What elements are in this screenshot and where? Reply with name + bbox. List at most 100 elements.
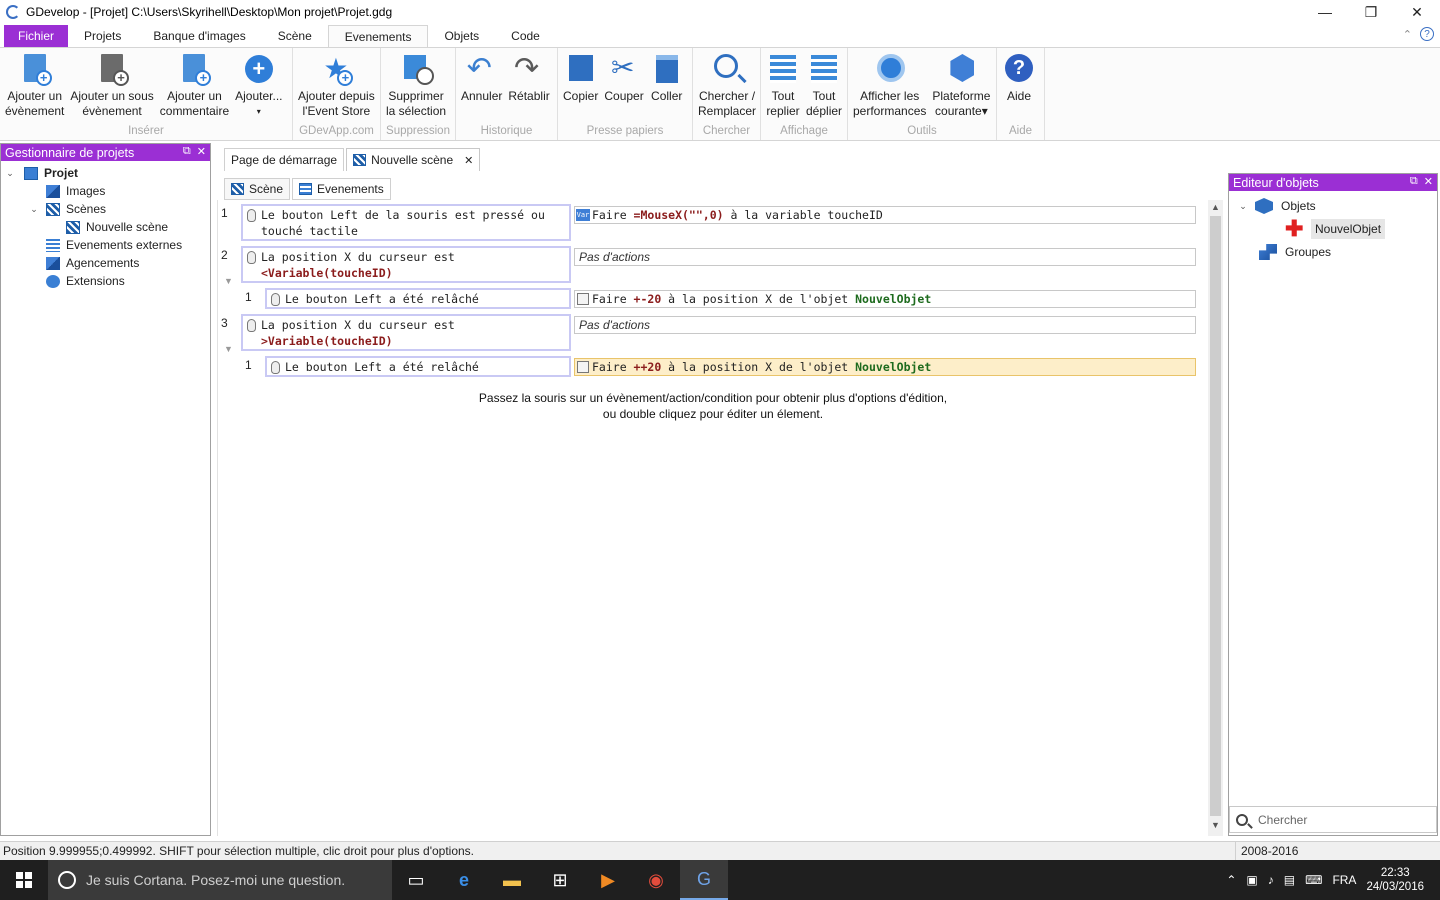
tree-item-images[interactable]: Images (1, 182, 210, 200)
clock[interactable]: 22:33 24/03/2016 (1366, 866, 1424, 894)
events-icon (299, 183, 313, 195)
event-2-sub-action[interactable]: Faire +-20 à la position X de l'objet No… (574, 290, 1196, 308)
group-chercher: Chercher / Remplacer Chercher (693, 48, 761, 140)
tray-chevron-icon[interactable]: ⌃ (1226, 873, 1236, 887)
redo-icon: ↷ (514, 52, 540, 85)
tree-item-agencements[interactable]: Agencements (1, 254, 210, 272)
group-gdevapp: ★ + Ajouter depuis l'Event Store GDevApp.c… (293, 48, 381, 140)
mouse-icon (271, 361, 280, 374)
cortana-search[interactable]: Je suis Cortana. Posez-moi une question. (48, 860, 392, 900)
project-tree: ⌄ Projet Images ⌄ Scènes Nouvelle scène … (1, 161, 210, 290)
float-icon[interactable]: ⧉ (183, 145, 191, 158)
collapse-ribbon-icon[interactable]: ⌃ (1403, 28, 1412, 41)
close-icon[interactable]: ✕ (1424, 175, 1433, 188)
language-indicator[interactable]: FRA (1332, 873, 1356, 887)
chevron-down-icon[interactable]: ⌄ (1237, 201, 1249, 212)
group-label: Outils (907, 125, 937, 137)
tab-page-demarrage[interactable]: Page de démarrage (224, 148, 345, 171)
close-button[interactable]: ✕ (1394, 0, 1440, 24)
tree-item-objets[interactable]: ⌄ Objets (1229, 195, 1437, 217)
event-3-no-actions[interactable]: Pas d'actions (574, 316, 1196, 334)
scroll-up-icon[interactable]: ▲ (1208, 202, 1223, 216)
document-tabs: Page de démarrage Nouvelle scène ✕ (224, 148, 482, 171)
scroll-down-icon[interactable]: ▼ (1208, 820, 1223, 834)
title-bar: GDevelop - [Projet] C:\Users\Skyrihell\D… (0, 0, 1440, 24)
event-1-action[interactable]: Var Faire =MouseX("",0) à la variable to… (574, 206, 1196, 224)
status-text: Position 9.999955;0.499992. SHIFT pour s… (0, 841, 1236, 861)
event-2-sub-condition[interactable]: Le bouton Left a été relâché (265, 288, 571, 309)
group-presse-papiers: Copier ✂ Couper Coller Presse papiers (558, 48, 693, 140)
images-icon (46, 184, 60, 198)
group-label: Affichage (780, 125, 828, 137)
event-3-sub-action[interactable]: Faire ++20 à la position X de l'objet No… (574, 358, 1196, 376)
event-3-condition[interactable]: La position X du curseur est >Variable(t… (241, 314, 571, 351)
subtab-evenements[interactable]: Evenements (292, 178, 391, 200)
notifications-icon[interactable]: ▤ (1284, 873, 1295, 887)
group-label: Aide (1008, 125, 1033, 137)
event-2-condition[interactable]: La position X du curseur est <Variable(t… (241, 246, 571, 283)
plus-circle-icon: + (242, 52, 276, 86)
event-number: 3 (221, 316, 228, 330)
tree-item-extensions[interactable]: Extensions (1, 272, 210, 290)
tree-item-projet[interactable]: ⌄ Projet (1, 164, 210, 182)
task-view-icon[interactable]: ▭ (392, 860, 440, 900)
tab-code[interactable]: Code (495, 25, 556, 47)
tab-projets[interactable]: Projets (68, 25, 137, 47)
collapse-caret-icon[interactable]: ▼ (224, 276, 233, 286)
position-icon (577, 361, 589, 373)
position-icon (577, 293, 589, 305)
group-inserer: + Ajouter un évènement + Ajouter un sous é… (0, 48, 293, 140)
maximize-button[interactable]: ❐ (1348, 0, 1394, 24)
tab-nouvelle-scene[interactable]: Nouvelle scène ✕ (346, 148, 481, 171)
add-subevent-icon: + (95, 52, 130, 86)
gdevelop-taskbar-icon[interactable]: G (680, 860, 728, 900)
tab-fichier[interactable]: Fichier (4, 25, 69, 47)
tree-item-nouvelobjet[interactable]: ✚ NouvelObjet (1229, 217, 1437, 241)
add-event-icon: + (18, 52, 52, 86)
chrome-icon[interactable]: ◉ (632, 860, 680, 900)
subtab-scene[interactable]: Scène (224, 178, 291, 200)
tab-banque-images[interactable]: Banque d'images (137, 25, 261, 47)
help-icon[interactable]: ? (1420, 27, 1434, 41)
editor-hint: Passez la souris sur un évènement/action… (478, 391, 948, 421)
event-2-no-actions[interactable]: Pas d'actions (574, 248, 1196, 266)
group-label: Suppression (386, 125, 450, 137)
tab-scene[interactable]: Scène (262, 25, 328, 47)
volume-icon[interactable]: ♪ (1268, 873, 1274, 887)
keyboard-icon[interactable]: ⌨ (1305, 873, 1322, 887)
object-search-input[interactable]: Chercher (1229, 806, 1437, 833)
event-3-sub-condition[interactable]: Le bouton Left a été relâché (265, 356, 571, 377)
collapse-caret-icon[interactable]: ▼ (224, 344, 233, 354)
chevron-down-icon[interactable]: ⌄ (28, 204, 40, 215)
tab-objets[interactable]: Objets (428, 25, 495, 47)
media-player-icon[interactable]: ▶ (584, 860, 632, 900)
minimize-button[interactable]: — (1302, 0, 1348, 24)
close-icon[interactable]: ✕ (197, 145, 206, 158)
network-icon[interactable]: ▣ (1246, 873, 1257, 887)
scroll-thumb[interactable] (1210, 216, 1221, 816)
event-1-condition[interactable]: Le bouton Left de la souris est pressé o… (241, 204, 571, 241)
tree-item-groupes[interactable]: Groupes (1229, 241, 1437, 263)
objects-cube-icon (1255, 198, 1273, 214)
undo-icon: ↶ (466, 52, 492, 85)
delete-icon (399, 52, 435, 86)
float-icon[interactable]: ⧉ (1410, 175, 1418, 188)
scene-icon (66, 220, 80, 234)
tree-item-nouvelle-scene[interactable]: Nouvelle scène (1, 218, 210, 236)
expand-all-icon (807, 52, 841, 86)
store-icon[interactable]: ⊞ (536, 860, 584, 900)
close-tab-icon[interactable]: ✕ (464, 154, 473, 167)
event-number: 2 (221, 248, 228, 262)
project-icon (24, 166, 38, 180)
gauge-icon (873, 52, 907, 86)
tree-item-evenements-externes[interactable]: Evenements externes (1, 236, 210, 254)
tab-evenements[interactable]: Evenements (327, 25, 429, 47)
file-explorer-icon[interactable]: ▬ (488, 860, 536, 900)
events-scrollbar[interactable]: ▲ ▼ (1208, 200, 1223, 836)
start-button[interactable] (0, 860, 48, 900)
chevron-down-icon[interactable]: ⌄ (4, 168, 16, 179)
mouse-icon (247, 209, 256, 222)
edge-icon[interactable]: e (440, 860, 488, 900)
windows-logo-icon (16, 872, 32, 888)
tree-item-scenes[interactable]: ⌄ Scènes (1, 200, 210, 218)
